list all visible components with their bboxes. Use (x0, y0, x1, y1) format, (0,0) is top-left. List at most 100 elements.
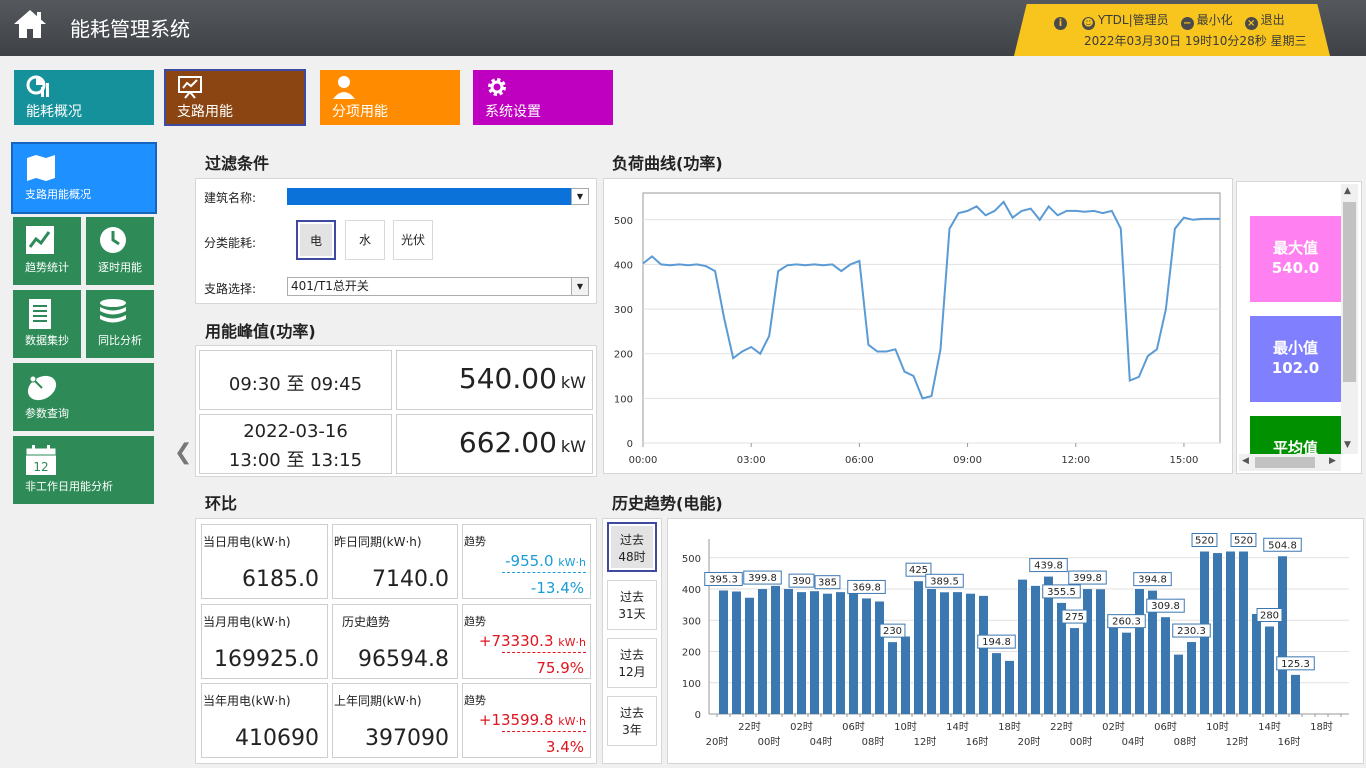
nav-hourly-energy[interactable]: 逐时用能 (86, 217, 154, 285)
x-tick-label: 02时 (790, 721, 813, 733)
exit-button[interactable]: × 退出 (1244, 13, 1285, 30)
history-3y-button[interactable]: 过去 3年 (607, 696, 657, 746)
document-icon (29, 299, 51, 329)
history-12m-button[interactable]: 过去 12月 (607, 638, 657, 688)
building-select[interactable]: ▼ (287, 188, 589, 205)
history-31d-button[interactable]: 过去 31天 (607, 580, 657, 630)
x-tick-label: 06:00 (845, 455, 874, 466)
scroll-thumb[interactable] (1343, 202, 1356, 382)
bar (758, 589, 767, 714)
category-electric-button[interactable]: 电 (296, 220, 336, 260)
collapse-sidebar-icon[interactable]: ❮ (174, 440, 192, 465)
nav-label: 支路用能概况 (25, 188, 91, 201)
x-tick-label: 03:00 (737, 455, 766, 466)
data-label: 399.8 (748, 573, 777, 584)
nav-yoy-analysis[interactable]: 同比分析 (86, 290, 154, 358)
bar (992, 653, 1001, 714)
history-48h-button[interactable]: 过去 48时 (607, 522, 657, 572)
nav-label: 逐时用能 (98, 261, 142, 274)
bar (1018, 579, 1027, 714)
x-tick-label: 12时 (1226, 736, 1249, 748)
minimize-button[interactable]: − 最小化 (1180, 13, 1233, 30)
bar (797, 592, 806, 714)
app-title: 能耗管理系统 (70, 17, 190, 41)
bar (888, 642, 897, 714)
bar (1031, 585, 1040, 714)
data-label: 275 (1065, 612, 1084, 623)
data-label: 355.5 (1047, 587, 1076, 598)
data-label: 520 (1234, 536, 1253, 547)
nav-label: 同比分析 (98, 334, 142, 347)
scroll-thumb[interactable] (1255, 457, 1315, 468)
scroll-down-icon[interactable]: ▼ (1344, 440, 1351, 450)
bar (966, 593, 975, 714)
y-tick-label: 300 (682, 616, 701, 627)
nav-nonworkday-analysis[interactable]: 12 非工作日用能分析 (13, 436, 154, 504)
x-tick-label: 14时 (946, 721, 969, 733)
peak-value: 662.00 kW (458, 426, 586, 459)
calendar-icon: 12 (25, 445, 57, 475)
bar (810, 591, 819, 714)
x-tick-label: 04时 (1122, 736, 1145, 748)
nav-data-collection[interactable]: 数据集抄 (13, 290, 81, 358)
tab-system-settings[interactable]: 系统设置 (473, 70, 613, 125)
tab-branch-energy[interactable]: 支路用能 (164, 69, 306, 126)
trend-percent: 75.9% (536, 659, 584, 677)
category-solar-button[interactable]: 光伏 (393, 220, 433, 260)
y-tick-label: 400 (682, 585, 701, 596)
data-label: 125.3 (1281, 659, 1310, 670)
branch-select[interactable]: 401/T1总开关 ▼ (287, 277, 589, 296)
home-icon[interactable] (12, 8, 48, 40)
current-usage-value: 410690 (235, 726, 319, 751)
data-label: 280 (1260, 611, 1279, 622)
scroll-up-icon[interactable]: ▲ (1344, 186, 1351, 196)
x-tick-label: 14时 (1258, 721, 1281, 733)
stats-horizontal-scrollbar[interactable]: ◀ ▶ (1239, 454, 1341, 471)
bar (1187, 642, 1196, 714)
map-icon (27, 155, 55, 181)
scroll-left-icon[interactable]: ◀ (1242, 456, 1249, 466)
x-tick-label: 22时 (738, 721, 761, 733)
tab-sub-item-energy[interactable]: 分项用能 (320, 70, 460, 125)
history-title: 历史趋势(电能) (612, 494, 723, 513)
bar (849, 590, 858, 714)
info-button[interactable]: i (1054, 13, 1070, 30)
trend-percent: -13.4% (530, 579, 584, 597)
bar (1252, 614, 1261, 714)
trend-diff: -955.0 kW·h (505, 552, 586, 570)
nav-branch-overview[interactable]: 支路用能概况 (11, 142, 157, 214)
tab-label: 能耗概况 (26, 104, 82, 120)
nav-param-query[interactable]: 参数查询 (13, 363, 154, 431)
bar (745, 597, 754, 714)
minus-icon: − (1180, 17, 1194, 30)
category-water-button[interactable]: 水 (345, 220, 385, 260)
tab-label: 分项用能 (332, 104, 388, 120)
stat-max: 最大值 540.0 (1250, 216, 1341, 302)
satellite-dish-icon (27, 375, 57, 401)
building-label: 建筑名称: (204, 191, 257, 205)
data-label: 260.3 (1112, 617, 1141, 628)
data-label: 394.8 (1138, 575, 1167, 586)
bar (732, 591, 741, 714)
x-tick-label: 20时 (1018, 736, 1041, 748)
presentation-icon (178, 76, 202, 99)
tab-energy-overview[interactable]: 能耗概况 (14, 70, 154, 125)
bar (862, 598, 871, 714)
close-icon: × (1244, 17, 1258, 30)
data-label: 390 (792, 576, 811, 587)
load-curve-title: 负荷曲线(功率) (612, 154, 723, 173)
x-tick-label: 18时 (1310, 721, 1333, 733)
x-tick-label: 10时 (894, 721, 917, 733)
scroll-right-icon[interactable]: ▶ (1329, 456, 1336, 466)
nav-trend-stats[interactable]: 趋势统计 (13, 217, 81, 285)
clock-icon (100, 227, 126, 253)
line-chart-icon (26, 226, 54, 254)
x-tick-label: 09:00 (953, 455, 982, 466)
tab-label: 系统设置 (485, 104, 541, 120)
y-tick-label: 100 (614, 394, 633, 405)
bar (979, 595, 988, 714)
stats-vertical-scrollbar[interactable]: ▲ ▼ (1341, 184, 1358, 454)
x-tick-label: 20时 (706, 736, 729, 748)
info-icon: i (1054, 17, 1067, 30)
bar (771, 585, 780, 714)
